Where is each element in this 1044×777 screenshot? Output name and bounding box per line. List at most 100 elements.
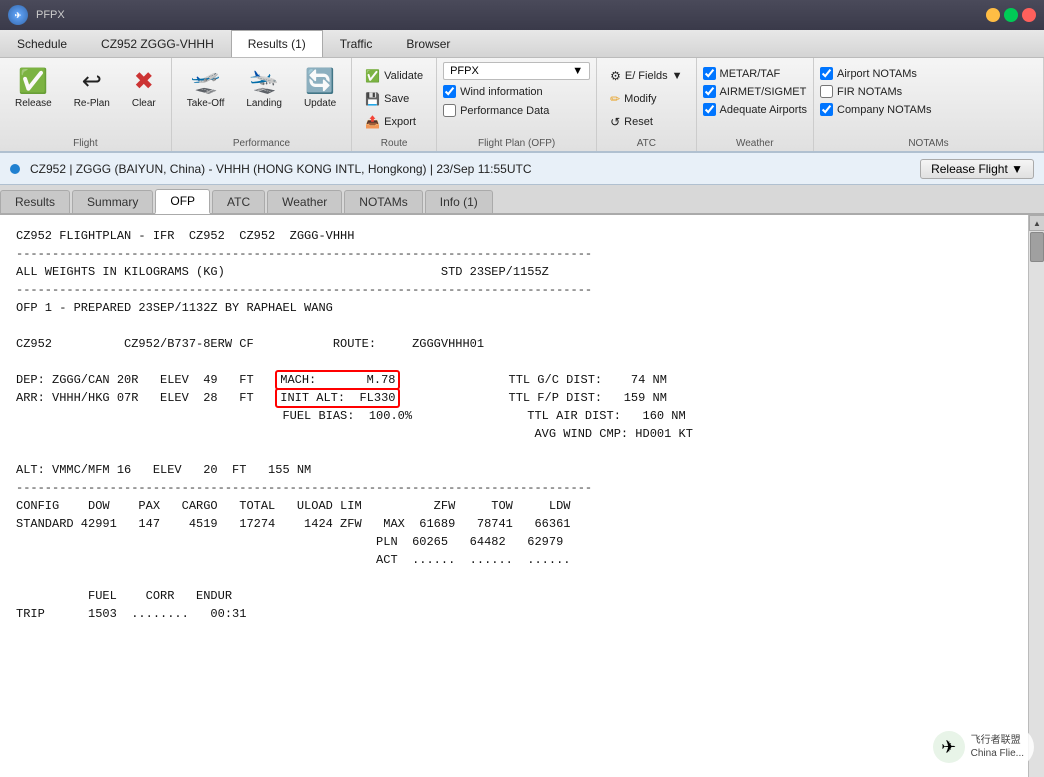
reset-icon: ↺: [610, 115, 620, 129]
adequate-airports-checkbox[interactable]: Adequate Airports: [703, 102, 807, 117]
clear-label: Clear: [132, 98, 156, 109]
ofp-line-1: CZ952 FLIGHTPLAN - IFR CZ952 CZ952 ZGGG-…: [16, 227, 1012, 245]
ofp-dashes-1: ----------------------------------------…: [16, 245, 1012, 263]
release-flight-button[interactable]: Release Flight ▼: [920, 159, 1034, 179]
ribbon: ✅ Release ↩ Re-Plan ✖ Clear Flight 🛫 Tak…: [0, 58, 1044, 153]
scrollbar[interactable]: ▲: [1028, 215, 1044, 777]
company-notams-checkbox[interactable]: Company NOTAMs: [820, 102, 1037, 117]
fir-notams-checkbox[interactable]: FIR NOTAMs: [820, 84, 1037, 99]
app-title: PFPX: [36, 9, 65, 21]
fields-button[interactable]: ⚙ E/ Fields ▼: [603, 66, 689, 86]
export-button[interactable]: 📤 Export: [358, 112, 430, 132]
export-icon: 📤: [365, 115, 380, 129]
pfpx-dropdown[interactable]: PFPX ▼: [443, 62, 590, 80]
takeoff-icon: 🛫: [191, 67, 221, 96]
config-pln: PLN 60265 64482 62979: [16, 533, 1012, 551]
ribbon-group-performance: 🛫 Take-Off 🛬 Landing 🔄 Update Performanc…: [172, 58, 352, 151]
landing-button[interactable]: 🛬 Landing: [237, 62, 291, 136]
save-icon: 💾: [365, 92, 380, 106]
maximize-btn[interactable]: [1004, 8, 1018, 22]
tab-atc[interactable]: ATC: [212, 190, 265, 213]
ofp-line-2: ALL WEIGHTS IN KILOGRAMS (KG) STD 23SEP/…: [16, 263, 1012, 281]
validate-icon: ✅: [365, 69, 380, 83]
menu-traffic[interactable]: Traffic: [323, 30, 390, 57]
menu-schedule[interactable]: Schedule: [0, 30, 84, 57]
scroll-up-arrow[interactable]: ▲: [1029, 215, 1044, 231]
ribbon-group-notams: Airport NOTAMs FIR NOTAMs Company NOTAMs…: [814, 58, 1044, 151]
ofp-dashes-3: ----------------------------------------…: [16, 479, 1012, 497]
title-bar: ✈ PFPX: [0, 0, 1044, 30]
menu-flight[interactable]: CZ952 ZGGG-VHHH: [84, 30, 231, 57]
replan-icon: ↩: [82, 67, 102, 96]
trip-line: TRIP 1503 ........ 00:31: [16, 605, 1012, 623]
info-bar: CZ952 | ZGGG (BAIYUN, China) - VHHH (HON…: [0, 153, 1044, 185]
tab-weather[interactable]: Weather: [267, 190, 342, 213]
validate-button[interactable]: ✅ Validate: [358, 66, 430, 86]
ofp-line-3: OFP 1 - PREPARED 23SEP/1132Z BY RAPHAEL …: [16, 299, 1012, 317]
wind-info-checkbox[interactable]: Wind information: [443, 84, 590, 99]
tab-notams[interactable]: NOTAMs: [344, 190, 422, 213]
save-button[interactable]: 💾 Save: [358, 89, 430, 109]
ribbon-group-weather: METAR/TAF AIRMET/SIGMET Adequate Airport…: [697, 58, 814, 151]
replan-button[interactable]: ↩ Re-Plan: [65, 62, 119, 136]
update-icon: 🔄: [305, 67, 335, 96]
atc-group-label: ATC: [603, 136, 689, 149]
fields-icon: ⚙: [610, 69, 621, 83]
status-dot: [10, 164, 20, 174]
airmet-sigmet-checkbox[interactable]: AIRMET/SIGMET: [703, 84, 807, 99]
clear-icon: ✖: [134, 67, 154, 96]
menu-browser[interactable]: Browser: [389, 30, 467, 57]
save-label: Save: [384, 93, 409, 105]
close-btn[interactable]: [1022, 8, 1036, 22]
flight-group-label: Flight: [6, 136, 165, 149]
app-icon: ✈: [8, 5, 28, 25]
ribbon-group-route: ✅ Validate 💾 Save 📤 Export Route: [352, 58, 437, 151]
airport-notams-checkbox[interactable]: Airport NOTAMs: [820, 66, 1037, 81]
config-header: CONFIG DOW PAX CARGO TOTAL ULOAD LIM ZFW…: [16, 497, 1012, 515]
fields-label: E/ Fields: [625, 70, 668, 82]
scroll-thumb[interactable]: [1030, 232, 1044, 262]
update-button[interactable]: 🔄 Update: [295, 62, 345, 136]
tab-results[interactable]: Results: [0, 190, 70, 213]
tabs-bar: Results Summary OFP ATC Weather NOTAMs I…: [0, 185, 1044, 215]
ribbon-group-ofp: PFPX ▼ Wind information Performance Data…: [437, 58, 597, 151]
notams-group-label: NOTAMs: [820, 136, 1037, 149]
ribbon-group-flight: ✅ Release ↩ Re-Plan ✖ Clear Flight: [0, 58, 172, 151]
minimize-btn[interactable]: [986, 8, 1000, 22]
metar-taf-checkbox[interactable]: METAR/TAF: [703, 66, 807, 81]
watermark: ✈ 飞行者联盟 China Flie...: [923, 727, 1034, 767]
modify-label: Modify: [624, 93, 656, 105]
validate-label: Validate: [384, 70, 423, 82]
replan-label: Re-Plan: [74, 98, 110, 109]
ofp-content: CZ952 FLIGHTPLAN - IFR CZ952 CZ952 ZGGG-…: [0, 215, 1028, 777]
route-group-label: Route: [358, 136, 430, 149]
reset-label: Reset: [624, 116, 653, 128]
config-data: STANDARD 42991 147 4519 17274 1424 ZFW M…: [16, 515, 1012, 533]
dropdown-arrow: ▼: [572, 65, 583, 77]
release-icon: ✅: [18, 67, 48, 96]
weather-group-label: Weather: [703, 136, 807, 149]
clear-button[interactable]: ✖ Clear: [123, 62, 165, 136]
ofp-group-label: Flight Plan (OFP): [443, 136, 590, 149]
modify-button[interactable]: ✏ Modify: [603, 89, 689, 109]
update-label: Update: [304, 98, 336, 109]
menu-results[interactable]: Results (1): [231, 30, 323, 57]
perf-data-checkbox[interactable]: Performance Data: [443, 103, 590, 118]
takeoff-button[interactable]: 🛫 Take-Off: [178, 62, 234, 136]
landing-label: Landing: [246, 98, 282, 109]
ribbon-group-atc: ⚙ E/ Fields ▼ ✏ Modify ↺ Reset ATC: [597, 58, 696, 151]
release-button[interactable]: ✅ Release: [6, 62, 61, 136]
tab-summary[interactable]: Summary: [72, 190, 153, 213]
landing-icon: 🛬: [249, 67, 279, 96]
tab-info[interactable]: Info (1): [425, 190, 493, 213]
config-act: ACT ...... ...... ......: [16, 551, 1012, 569]
window-controls: [986, 8, 1036, 22]
watermark-icon: ✈: [933, 731, 965, 763]
main-content: CZ952 FLIGHTPLAN - IFR CZ952 CZ952 ZGGG-…: [0, 215, 1044, 777]
ofp-line-4: CZ952 CZ952/B737-8ERW CF ROUTE: ZGGGVHHH…: [16, 335, 1012, 353]
performance-group-label: Performance: [178, 136, 345, 149]
tab-ofp[interactable]: OFP: [155, 189, 210, 214]
dep-arr-block: DEP: ZGGG/CAN 20R ELEV 49 FT MACH: M.78 …: [16, 371, 1012, 443]
reset-button[interactable]: ↺ Reset: [603, 112, 689, 132]
flight-info-text: CZ952 | ZGGG (BAIYUN, China) - VHHH (HON…: [30, 162, 532, 176]
